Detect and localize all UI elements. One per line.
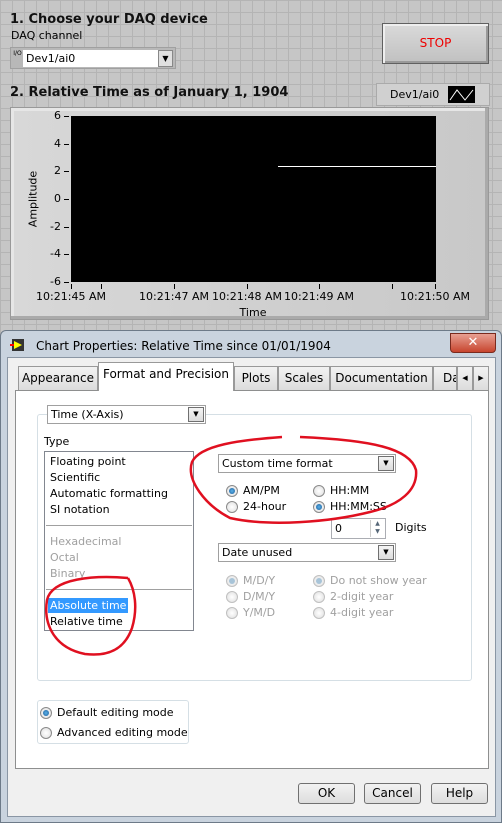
section2-title: 2. Relative Time as of January 1, 1904 <box>10 85 289 100</box>
tab-scroll-right-button[interactable]: ▶ <box>473 366 489 390</box>
radio-hh-mm[interactable]: HH:MM <box>313 484 369 497</box>
daq-channel-value: Dev1/ai0 <box>23 50 166 67</box>
radio-d-m-y: D/M/Y <box>226 590 275 603</box>
x-tick-label: 10:21:50 AM <box>400 290 470 303</box>
axis-select-value: Time (X-Axis) <box>51 408 124 421</box>
series-line-dev1-ai0 <box>278 165 436 167</box>
chevron-down-icon[interactable]: ▼ <box>378 545 394 560</box>
spinner-arrows-icon[interactable]: ▲ ▼ <box>370 520 384 537</box>
list-item-disabled: Hexadecimal <box>50 535 122 548</box>
x-tick-mark <box>71 284 72 289</box>
list-item[interactable]: Scientific <box>50 470 100 485</box>
list-item-disabled: Binary <box>50 567 86 580</box>
x-tick-label: 10:21:45 AM <box>36 290 106 303</box>
x-axis-label: Time <box>239 306 267 319</box>
section1-title: 1. Choose your DAQ device <box>10 12 208 27</box>
y-tick-mark <box>64 254 69 256</box>
type-label: Type <box>44 435 70 448</box>
type-listbox[interactable]: Floating point Scientific Automatic form… <box>44 451 194 631</box>
time-format-value: Custom time format <box>222 457 333 470</box>
axis-select[interactable]: Time (X-Axis) ▼ <box>47 405 206 424</box>
labview-vi-icon <box>10 339 24 351</box>
radio-24-hour[interactable]: 24-hour <box>226 500 286 513</box>
radio-y-m-d: Y/M/D <box>226 606 275 619</box>
chevron-down-icon[interactable]: ▼ <box>158 50 173 67</box>
daq-channel-select[interactable]: I/O Dev1/ai0 ▼ <box>10 47 176 69</box>
plot-area <box>71 116 436 282</box>
tab-appearance[interactable]: Appearance <box>18 366 98 390</box>
io-icon: I/O <box>13 50 22 57</box>
y-tick-mark <box>64 282 69 283</box>
radio-no-year: Do not show year <box>313 574 427 587</box>
x-tick-mark <box>435 284 436 289</box>
tab-data-binding[interactable]: Da <box>433 366 457 390</box>
plot-style-icon[interactable] <box>448 86 475 103</box>
list-item-selected[interactable]: Absolute time <box>48 598 129 613</box>
y-tick-label: -4 <box>50 247 61 261</box>
date-format-value: Date unused <box>222 546 293 559</box>
x-tick-mark <box>101 284 102 289</box>
time-format-select[interactable]: Custom time format ▼ <box>218 454 396 473</box>
y-tick-mark <box>64 143 69 145</box>
help-button[interactable]: Help <box>431 783 488 804</box>
x-tick-label: 10:21:47 AM <box>139 290 209 303</box>
x-tick-mark <box>247 284 248 289</box>
tab-format-and-precision[interactable]: Format and Precision <box>98 362 234 391</box>
cancel-button[interactable]: Cancel <box>364 783 421 804</box>
x-tick-label: 10:21:48 AM <box>212 290 282 303</box>
radio-4-digit-year: 4-digit year <box>313 606 393 619</box>
list-item[interactable]: Relative time <box>50 614 123 629</box>
dialog-title: Chart Properties: Relative Time since 01… <box>36 339 331 353</box>
chevron-down-icon[interactable]: ▼ <box>378 456 394 471</box>
y-tick-label: 6 <box>54 109 61 122</box>
legend-label: Dev1/ai0 <box>390 88 440 101</box>
ok-button[interactable]: OK <box>298 783 355 804</box>
radio-2-digit-year: 2-digit year <box>313 590 393 603</box>
x-tick-label: 10:21:49 AM <box>284 290 354 303</box>
y-axis-label: Amplitude <box>26 170 40 228</box>
radio-hh-mm-ss[interactable]: HH:MM:SS <box>313 500 387 513</box>
y-tick-mark <box>64 171 69 173</box>
radio-default-editing-mode[interactable]: Default editing mode <box>40 706 174 719</box>
y-tick-mark <box>64 199 69 200</box>
plot-legend[interactable]: Dev1/ai0 <box>376 83 490 106</box>
list-item-disabled: Octal <box>50 551 79 564</box>
list-item[interactable]: Automatic formatting <box>50 486 168 501</box>
close-button[interactable]: ✕ <box>450 333 496 353</box>
digits-label: Digits <box>395 521 427 534</box>
radio-m-d-y: M/D/Y <box>226 574 275 587</box>
y-tick-label: 4 <box>54 136 61 150</box>
tab-scroll-left-button[interactable]: ◀ <box>457 366 473 390</box>
radio-advanced-editing-mode[interactable]: Advanced editing mode <box>40 726 188 739</box>
chevron-down-icon[interactable]: ▼ <box>188 407 204 422</box>
y-tick-label: -6 <box>50 275 61 288</box>
tab-scales[interactable]: Scales <box>278 366 330 390</box>
radio-am-pm[interactable]: AM/PM <box>226 484 280 497</box>
y-tick-mark <box>64 226 69 228</box>
digits-spinner[interactable]: 0 ▲ ▼ <box>331 518 386 539</box>
tab-plots[interactable]: Plots <box>234 366 278 390</box>
y-tick-mark <box>64 116 69 117</box>
digits-value[interactable]: 0 <box>335 522 342 535</box>
x-tick-mark <box>174 284 175 289</box>
list-item[interactable]: SI notation <box>50 502 110 517</box>
daq-channel-label: DAQ channel <box>11 29 83 42</box>
stop-button[interactable]: STOP <box>382 23 489 64</box>
x-tick-mark <box>392 284 393 289</box>
tab-documentation[interactable]: Documentation <box>330 366 433 390</box>
list-item[interactable]: Floating point <box>50 454 126 469</box>
date-format-select[interactable]: Date unused ▼ <box>218 543 396 562</box>
x-tick-mark <box>319 284 320 289</box>
